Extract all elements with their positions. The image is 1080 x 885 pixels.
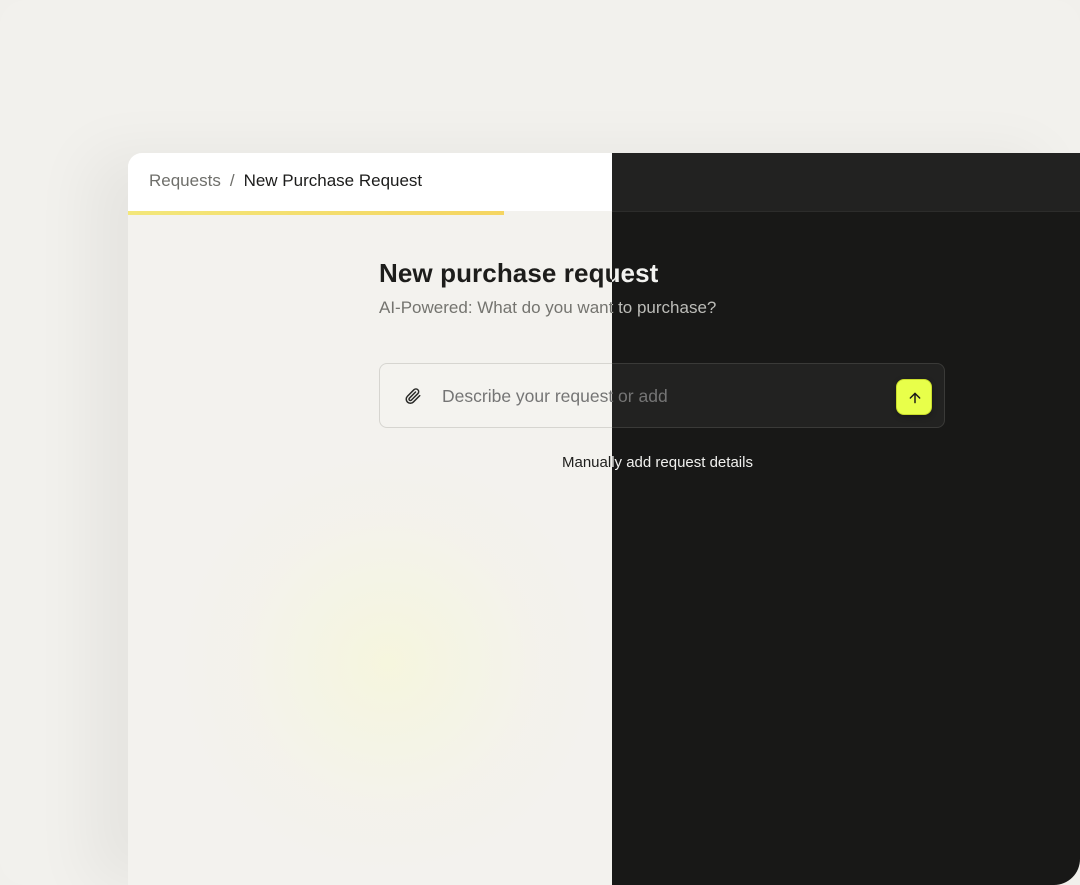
background-glow <box>168 443 608 883</box>
paperclip-icon[interactable] <box>404 387 422 405</box>
page-subtitle: AI-Powered: What do you want to purchase… <box>379 298 612 317</box>
top-bar-dark <box>612 153 1080 212</box>
breadcrumb-separator: / <box>229 171 235 190</box>
page-title: New purchase request <box>379 258 612 288</box>
breadcrumb: Requests / New Purchase Request <box>149 171 422 191</box>
app-window: Requests / New Purchase Request New purcha… <box>128 153 1080 885</box>
request-input-dark[interactable] <box>612 386 667 407</box>
send-button-dark[interactable] <box>896 379 932 415</box>
breadcrumb-current: New Purchase Request <box>243 171 423 190</box>
request-input-box[interactable] <box>379 363 612 428</box>
arrow-up-icon <box>909 392 921 404</box>
page-title-dark: New purchase request <box>612 258 659 288</box>
light-theme-view: Requests / New Purchase Request New purcha… <box>128 153 612 885</box>
progress-bar <box>128 211 504 215</box>
page-subtitle-dark: AI-Powered: What do you want to purchase… <box>612 298 717 317</box>
manual-add-link-dark[interactable]: Manually add request details <box>612 454 753 471</box>
request-input-box-dark[interactable] <box>612 363 945 428</box>
dark-theme-view: New purchase request AI-Powered: What do… <box>612 153 1080 885</box>
breadcrumb-requests-link[interactable]: Requests <box>149 171 221 190</box>
manual-add-link[interactable]: Manually add request details <box>562 454 612 471</box>
window-frame: Requests / New Purchase Request New purcha… <box>0 0 1080 885</box>
top-bar: Requests / New Purchase Request <box>128 153 612 211</box>
request-input[interactable] <box>442 386 612 407</box>
